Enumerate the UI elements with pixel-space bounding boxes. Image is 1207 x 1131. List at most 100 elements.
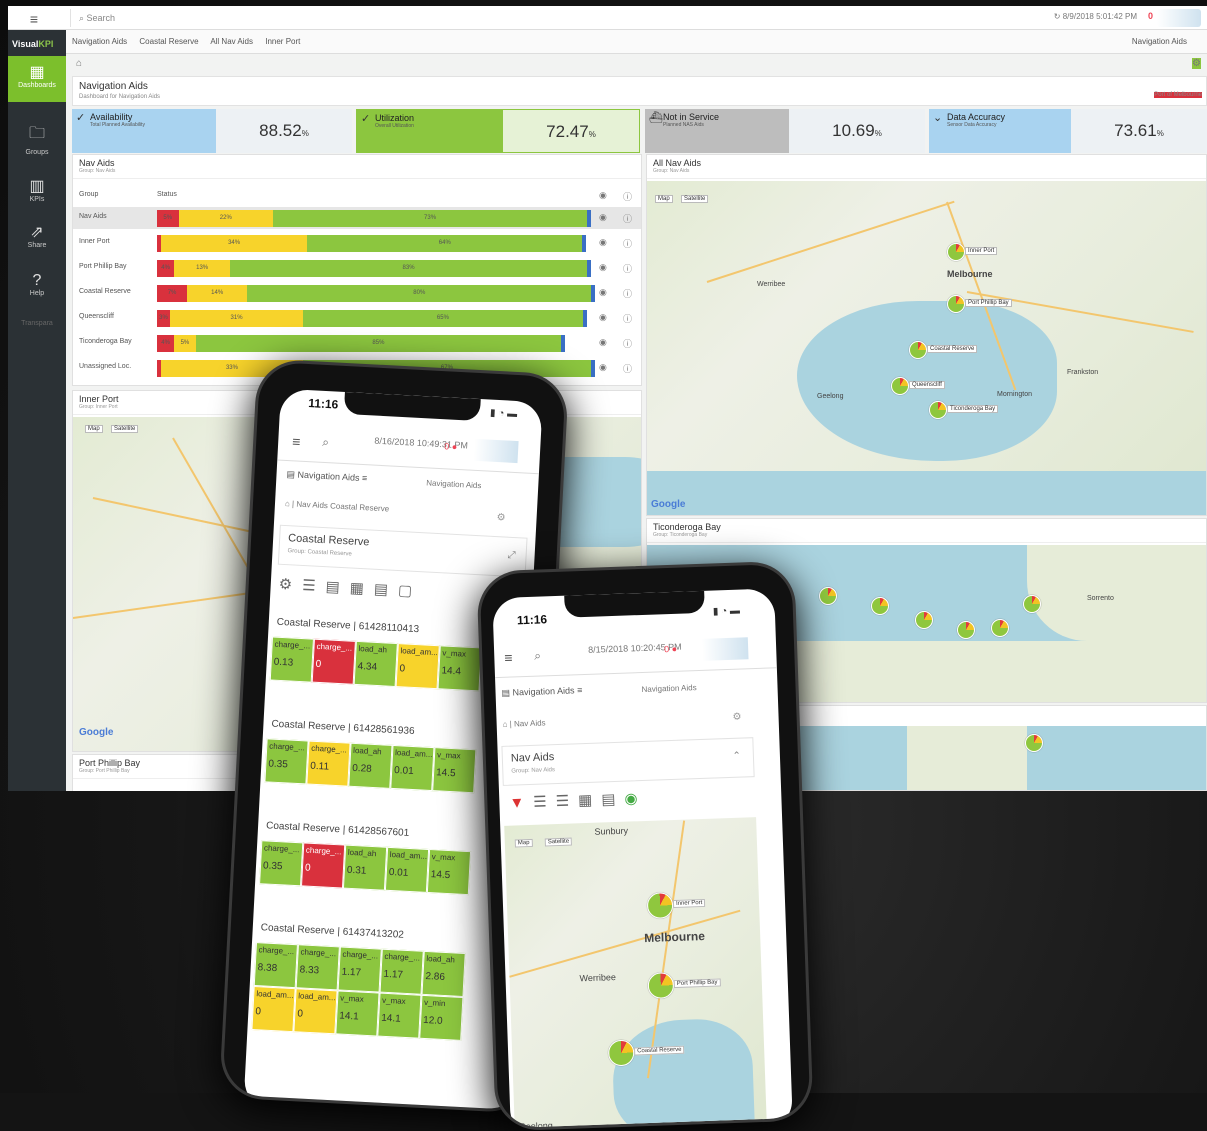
phone-toolbar[interactable]: ▼☰☰▦▤◉ xyxy=(509,789,647,812)
status-segment[interactable]: 5% xyxy=(174,335,196,352)
search-icon[interactable]: ⌕ xyxy=(534,649,541,664)
info-icon[interactable]: ⓘ xyxy=(623,337,632,350)
table-row[interactable]: Queenscliff 3% 31% 65% ◉ ⓘ xyxy=(73,307,641,329)
map-pin[interactable] xyxy=(819,587,837,605)
info-icon[interactable]: ⓘ xyxy=(623,212,632,225)
alert-badge[interactable]: 0 xyxy=(1148,11,1153,21)
kpi-cell[interactable]: v_min 12.0 xyxy=(419,994,464,1041)
menu-icon[interactable]: ≡ xyxy=(504,650,513,666)
globe-icon[interactable]: ◉ xyxy=(599,237,607,248)
kpi-cell[interactable]: charge_... 0 xyxy=(301,842,346,889)
globe-icon[interactable]: ◉ xyxy=(599,212,607,223)
kpi-cell[interactable]: v_max 14.1 xyxy=(335,990,380,1037)
globe-icon[interactable]: ◉ xyxy=(599,287,607,298)
globe-icon[interactable]: ◉ xyxy=(599,190,607,201)
kpi-cell[interactable]: load_ah 2.86 xyxy=(421,950,466,997)
info-icon[interactable]: ⓘ xyxy=(623,237,632,250)
kpi-cell[interactable]: charge_... 0.13 xyxy=(269,636,314,683)
crumb-navigation-aids[interactable]: Navigation Aids xyxy=(72,37,127,46)
kpi-cell[interactable]: v_max 14.5 xyxy=(432,747,477,794)
kpi-cell[interactable]: v_max 14.1 xyxy=(377,992,422,1039)
chevron-up-icon[interactable]: ⌃ xyxy=(732,751,741,762)
table-row[interactable]: Inner Port 34% 64% ◉ ⓘ xyxy=(73,232,641,254)
menu-icon[interactable]: ≡ xyxy=(292,433,301,449)
kpi-cell[interactable]: charge_... 0.35 xyxy=(264,738,309,785)
status-segment[interactable]: 73% xyxy=(273,210,587,227)
expand-icon[interactable]: ⤢ xyxy=(507,550,516,561)
phone-breadcrumb[interactable]: ⌂ | Nav Aids xyxy=(503,718,546,728)
status-segment[interactable]: 65% xyxy=(303,310,583,327)
search-input[interactable]: ⌕ Search xyxy=(70,9,410,27)
map-pin[interactable] xyxy=(915,611,933,629)
globe-icon[interactable]: ◉ xyxy=(599,312,607,323)
crumb-all-nav-aids[interactable]: All Nav Aids xyxy=(210,37,253,46)
crumb-coastal-reserve[interactable]: Coastal Reserve xyxy=(139,37,198,46)
kpi-cell[interactable]: load_ah 4.34 xyxy=(353,640,398,688)
crumb-inner-port[interactable]: Inner Port xyxy=(265,37,300,46)
search-icon[interactable]: ⌕ xyxy=(322,435,329,450)
table-row[interactable]: Coastal Reserve 7% 14% 80% ◉ ⓘ xyxy=(73,282,641,304)
nav-dashboards[interactable]: ▦ Dashboards xyxy=(8,56,66,102)
gear-icon[interactable]: ⚙ xyxy=(732,712,741,723)
status-segment[interactable]: 13% xyxy=(174,260,231,277)
phone-breadcrumb[interactable]: ⌂ | Nav Aids Coastal Reserve xyxy=(285,499,390,513)
satellite-button[interactable]: Satellite xyxy=(111,425,139,433)
map-pin[interactable] xyxy=(957,621,975,639)
status-segment[interactable]: 83% xyxy=(230,260,587,277)
map-pin[interactable] xyxy=(1023,595,1041,613)
map-button[interactable]: Map xyxy=(514,838,533,848)
kpi-not-in-service[interactable]: ⛴ Not in Service Planned NAS Aids 10.69% xyxy=(645,109,925,153)
phone-toolbar[interactable]: ⚙☰▤▦▤▢ xyxy=(278,575,422,600)
phone-nav-label[interactable]: ▤ Navigation Aids ≡ xyxy=(286,469,367,484)
map-pin[interactable] xyxy=(909,341,927,359)
nav-share[interactable]: ⇗ Share xyxy=(8,216,66,262)
kpi-cell[interactable]: load_ah 0.28 xyxy=(348,742,393,789)
map-pin[interactable] xyxy=(929,401,947,419)
nav-groups[interactable]: 🗀 Groups xyxy=(8,116,66,162)
table-row[interactable]: Ticonderoga Bay 4% 5% 85% ◉ ⓘ xyxy=(73,332,641,354)
kpi-utilization[interactable]: ✓ Utilization Overall Utilization 72.47% xyxy=(356,109,640,153)
kpi-cell[interactable]: charge_... 8.33 xyxy=(295,944,340,991)
status-segment[interactable]: 4% xyxy=(157,335,175,352)
kpi-cell[interactable]: load_am... 0.01 xyxy=(390,744,435,792)
info-icon[interactable]: ⓘ xyxy=(623,362,632,375)
status-segment[interactable]: 85% xyxy=(195,335,562,352)
all-nav-aids-map[interactable]: Map Satellite Melbourne Geelong Franksto… xyxy=(647,181,1206,515)
map-button[interactable]: Map xyxy=(85,425,103,433)
nav-kpis[interactable]: ▥ KPIs xyxy=(8,170,66,216)
info-icon[interactable]: ⓘ xyxy=(623,312,632,325)
map-pin[interactable] xyxy=(947,243,965,261)
map-pin[interactable] xyxy=(947,295,965,313)
kpi-availability[interactable]: ✓ Availability Total Planned Availability … xyxy=(72,109,352,153)
status-segment[interactable]: 22% xyxy=(178,210,274,227)
col-group[interactable]: Group xyxy=(79,191,98,198)
info-icon[interactable]: ⓘ xyxy=(623,262,632,275)
kpi-cell[interactable]: charge_... 1.17 xyxy=(379,948,424,995)
kpi-cell[interactable]: charge_... 0 xyxy=(311,638,356,685)
phone-nav-label[interactable]: ▤ Navigation Aids ≡ xyxy=(501,685,582,699)
info-icon[interactable]: ⓘ xyxy=(623,190,632,203)
kpi-cell[interactable]: charge_... 0.11 xyxy=(306,740,351,787)
map-pin[interactable] xyxy=(891,377,909,395)
status-segment[interactable]: 7% xyxy=(157,285,188,302)
map-pin[interactable] xyxy=(1025,734,1043,752)
kpi-cell[interactable]: charge_... 8.38 xyxy=(253,942,298,989)
phone-dashboard-selector[interactable]: Navigation Aids xyxy=(641,683,696,694)
map-pin[interactable] xyxy=(871,597,889,615)
satellite-button[interactable]: Satellite xyxy=(544,837,573,847)
kpi-cell[interactable]: load_ah 0.31 xyxy=(342,844,388,891)
status-segment[interactable]: 31% xyxy=(169,310,304,327)
dashboard-selector[interactable]: Navigation Aids xyxy=(1132,37,1187,46)
kpi-data-accuracy[interactable]: ⌄ Data Accuracy Sensor Data Accuracy 73.61… xyxy=(929,109,1207,153)
kpi-cell[interactable]: load_am... 0 xyxy=(395,643,440,690)
map-pin[interactable] xyxy=(647,972,675,999)
alert-badge[interactable]: 0 ● xyxy=(444,441,457,452)
alert-badge[interactable]: 0 ● xyxy=(664,644,677,654)
kpi-cell[interactable]: charge_... 1.17 xyxy=(337,946,382,993)
gear-icon[interactable]: ⚙ xyxy=(496,512,506,523)
kpi-cell[interactable]: v_max 14.5 xyxy=(426,848,472,896)
satellite-button[interactable]: Satellite xyxy=(681,195,709,203)
status-segment[interactable]: 3% xyxy=(157,310,170,327)
menu-icon[interactable]: ≡ xyxy=(24,11,44,27)
status-segment[interactable]: 5% xyxy=(157,210,179,227)
